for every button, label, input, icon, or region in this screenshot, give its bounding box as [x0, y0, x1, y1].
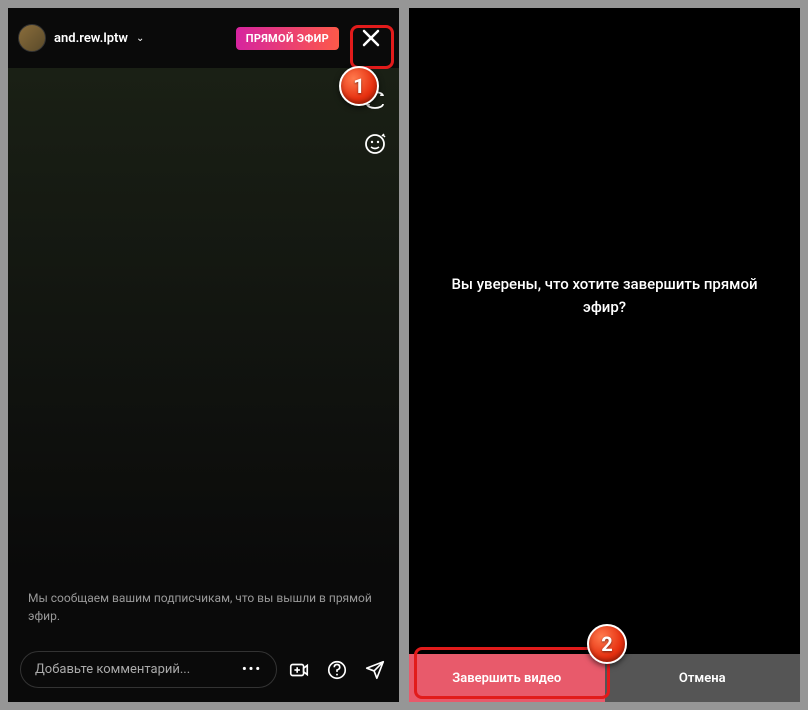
close-icon [361, 28, 381, 48]
confirm-text: Вы уверены, что хотите завершить прямой … [409, 273, 800, 318]
status-message: Мы сообщаем вашим подписчикам, что вы вы… [8, 577, 399, 643]
confirm-lower-space [409, 344, 800, 654]
add-video-button[interactable] [287, 658, 311, 682]
comment-placeholder: Добавьте комментарий... [35, 662, 190, 677]
cancel-button[interactable]: Отмена [605, 654, 801, 702]
question-icon [326, 659, 348, 681]
bottom-bar: Добавьте комментарий... ••• [8, 643, 399, 702]
face-filter-button[interactable] [361, 130, 389, 158]
annotation-step-1: 1 [339, 66, 379, 106]
add-video-icon [288, 659, 310, 681]
close-button[interactable] [353, 20, 389, 56]
send-button[interactable] [363, 658, 387, 682]
send-icon [364, 659, 386, 681]
comment-input[interactable]: Добавьте комментарий... ••• [20, 651, 277, 688]
username-label[interactable]: and.rew.lptw [54, 31, 128, 46]
live-badge: ПРЯМОЙ ЭФИР [236, 27, 339, 50]
face-filter-icon [363, 132, 387, 156]
chevron-down-icon[interactable]: ⌄ [136, 33, 144, 44]
confirm-message-area: Вы уверены, что хотите завершить прямой … [409, 8, 800, 344]
live-header: and.rew.lptw ⌄ ПРЯМОЙ ЭФИР [8, 8, 399, 68]
video-viewport [8, 68, 399, 577]
question-button[interactable] [325, 658, 349, 682]
annotation-step-2: 2 [587, 624, 627, 664]
end-video-button[interactable]: Завершить видео [409, 654, 605, 702]
live-broadcast-screen: and.rew.lptw ⌄ ПРЯМОЙ ЭФИР 1 [8, 8, 399, 702]
bottom-actions [287, 658, 387, 682]
end-confirmation-screen: Вы уверены, что хотите завершить прямой … [409, 8, 800, 702]
more-icon[interactable]: ••• [242, 662, 262, 677]
avatar[interactable] [18, 24, 46, 52]
